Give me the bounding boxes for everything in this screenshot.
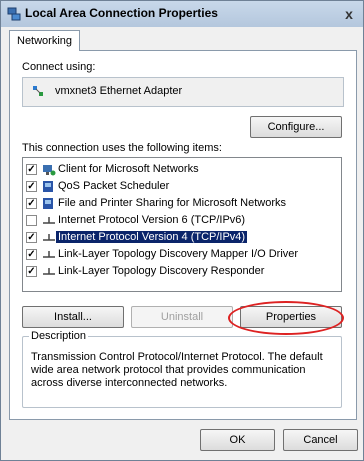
uninstall-button: Uninstall [131, 306, 233, 328]
install-button[interactable]: Install... [22, 306, 124, 328]
description-legend: Description [29, 330, 89, 342]
item-checkbox[interactable] [26, 215, 37, 226]
item-checkbox[interactable]: ✓ [26, 181, 37, 192]
item-label: Client for Microsoft Networks [58, 163, 199, 175]
item-label: Internet Protocol Version 6 (TCP/IPv6) [58, 214, 246, 226]
description-text: Transmission Control Protocol/Internet P… [31, 351, 323, 389]
protocol-icon [43, 217, 55, 224]
network-service-icon [43, 181, 53, 192]
cancel-button[interactable]: Cancel [283, 429, 358, 451]
close-button[interactable]: x [341, 7, 357, 21]
list-item[interactable]: ✓ Link-Layer Topology Discovery Mapper I… [26, 247, 336, 263]
properties-highlight-ring [228, 301, 344, 335]
item-checkbox[interactable]: ✓ [26, 266, 37, 277]
item-label: File and Printer Sharing for Microsoft N… [58, 197, 287, 209]
protocol-icon [43, 234, 55, 241]
properties-dialog: Local Area Connection Properties x Netwo… [0, 0, 364, 461]
items-label: This connection uses the following items… [22, 142, 222, 154]
networking-panel: Connect using: vmxnet3 Ethernet Adapter … [9, 50, 357, 420]
item-label: QoS Packet Scheduler [58, 180, 170, 192]
network-service-icon [43, 198, 53, 209]
window-title: Local Area Connection Properties [25, 6, 218, 20]
list-item[interactable]: ✓ Client for Microsoft Networks [26, 162, 336, 178]
item-checkbox[interactable]: ✓ [26, 198, 37, 209]
item-label: Link-Layer Topology Discovery Responder [58, 265, 265, 277]
network-adapter-icon [33, 86, 43, 96]
adapter-field: vmxnet3 Ethernet Adapter [22, 77, 344, 107]
item-label: Internet Protocol Version 4 (TCP/IPv4) [54, 230, 249, 244]
ok-button[interactable]: OK [200, 429, 275, 451]
item-checkbox[interactable]: ✓ [26, 164, 37, 175]
items-list[interactable]: ✓ Client for Microsoft Networks ✓ QoS Pa… [22, 157, 342, 292]
list-item-selected[interactable]: ✓ Internet Protocol Version 4 (TCP/IPv4) [26, 230, 336, 246]
list-item[interactable]: ✓ QoS Packet Scheduler [26, 179, 336, 195]
description-group: Description Transmission Control Protoco… [22, 330, 342, 408]
list-item[interactable]: ✓ File and Printer Sharing for Microsoft… [26, 196, 336, 212]
network-client-icon [43, 165, 56, 176]
list-item[interactable]: Internet Protocol Version 6 (TCP/IPv6) [26, 213, 336, 229]
connect-using-label: Connect using: [22, 61, 96, 73]
adapter-name: vmxnet3 Ethernet Adapter [55, 85, 183, 97]
item-checkbox[interactable]: ✓ [26, 249, 37, 260]
protocol-icon [43, 268, 55, 275]
item-label: Link-Layer Topology Discovery Mapper I/O… [58, 248, 299, 260]
tab-networking[interactable]: Networking [9, 30, 81, 51]
protocol-icon [43, 251, 55, 258]
list-item[interactable]: ✓ Link-Layer Topology Discovery Responde… [26, 264, 336, 280]
item-checkbox[interactable]: ✓ [26, 232, 37, 243]
title-bar: Local Area Connection Properties x [1, 1, 363, 27]
network-connection-icon [7, 7, 21, 21]
configure-button[interactable]: Configure... [250, 116, 342, 138]
